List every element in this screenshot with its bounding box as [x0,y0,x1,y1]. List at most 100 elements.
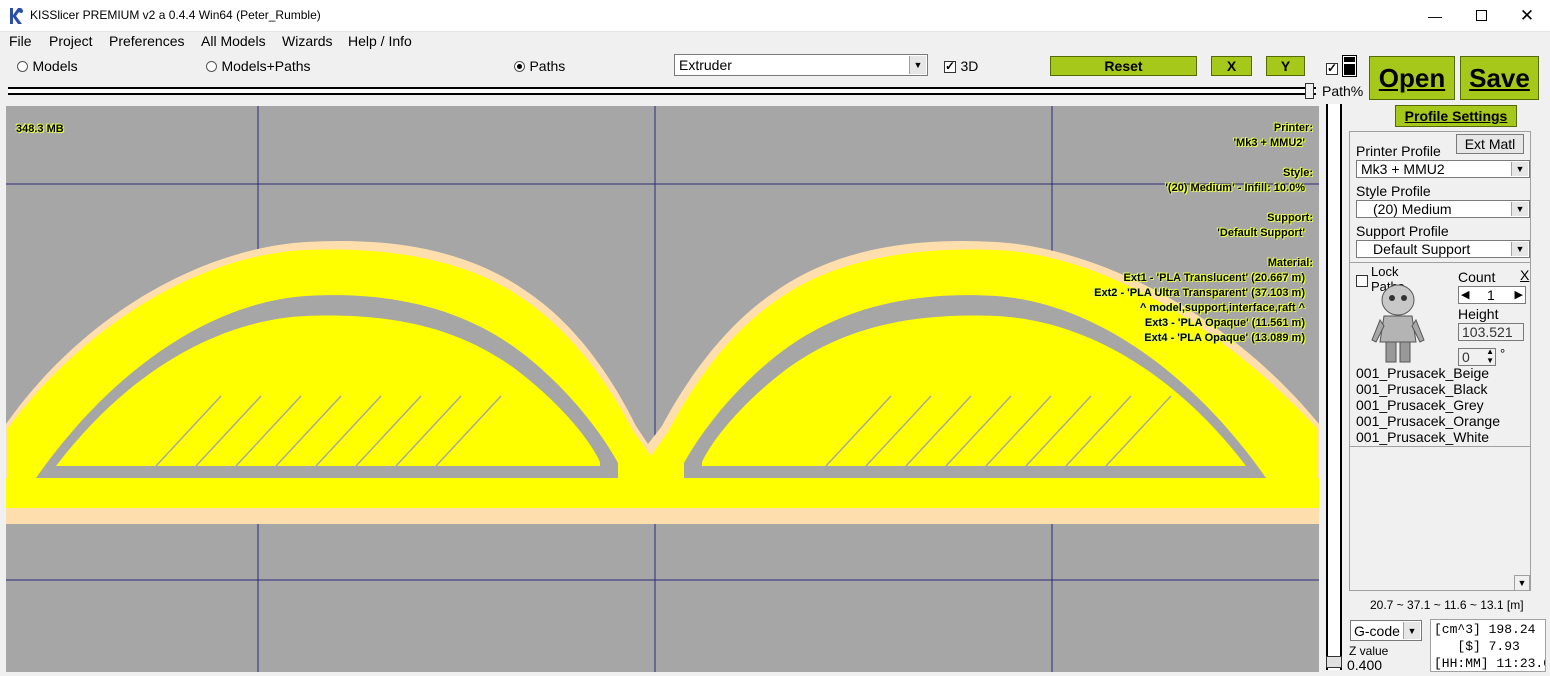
menu-file[interactable]: File [9,33,32,49]
memory-usage: 348.3 MB [16,123,64,135]
menu-preferences[interactable]: Preferences [109,33,184,49]
divider [1350,446,1530,447]
material-heading: Material: [1267,257,1313,269]
chevron-down-icon[interactable]: ▼ [1511,242,1528,256]
radio-models-paths[interactable] [206,61,217,73]
stat-volume: [cm^3] 198.24 [1434,622,1536,637]
divider [1350,262,1530,263]
rotation-stepper[interactable]: 0 ▲ ▼ [1458,347,1496,366]
stat-cost: [$] 7.93 [1434,639,1520,654]
save-button[interactable]: Save [1460,56,1539,100]
model-list-item[interactable]: 001_Prusacek_Orange [1356,413,1500,429]
open-button[interactable]: Open [1369,56,1455,100]
path-percent-slider-thumb[interactable] [1305,83,1314,99]
material-line-1: Ext1 - 'PLA Translucent' (20.667 m) [1123,272,1306,284]
path-percent-toggle[interactable] [1326,60,1338,78]
model-list-item[interactable]: 001_Prusacek_Beige [1356,365,1489,381]
menu-help-info[interactable]: Help / Info [348,33,412,49]
chevron-left-icon[interactable]: ◀ [1461,288,1469,301]
ext-matl-button[interactable]: Ext Matl [1456,134,1524,154]
printer-profile-value: Mk3 + MMU2 [1361,161,1445,177]
material-line-2: Ext2 - 'PLA Ultra Transparent' (37.103 m… [1094,287,1305,299]
path-percent-checkbox[interactable] [1326,61,1338,75]
menu-project[interactable]: Project [49,33,93,49]
view-mode-paths-label: Paths [529,58,566,74]
maximize-button[interactable] [1458,0,1504,31]
close-button[interactable]: ✕ [1504,0,1550,31]
style-value: '(20) Medium' - Infill: 10.0% [1165,182,1305,194]
menu-all-models[interactable]: All Models [201,33,266,49]
color-mode-value: Extruder [679,57,732,73]
mirror-x-button[interactable]: X [1211,56,1252,76]
mirror-y-button[interactable]: Y [1266,56,1305,76]
support-value: 'Default Support' [1217,227,1305,239]
maximize-icon [1475,10,1487,21]
support-profile-label: Support Profile [1356,223,1449,239]
material-line-4: Ext3 - 'PLA Opaque' (11.561 m) [1144,317,1305,329]
filament-summary: 20.7 ~ 37.1 ~ 11.6 ~ 13.1 [m] [1370,598,1524,612]
chevron-down-icon[interactable]: ▼ [909,56,926,74]
radio-paths[interactable] [514,61,525,73]
path-percent-label: Path% [1322,83,1364,99]
support-profile-select[interactable]: Default Support ▼ [1356,240,1530,258]
count-stepper[interactable]: ◀ 1 ▶ [1458,286,1526,304]
material-line-5: Ext4 - 'PLA Opaque' (13.089 m) [1144,332,1305,344]
three-d-label: 3D [960,58,979,74]
model-list-item[interactable]: 001_Prusacek_White [1356,429,1489,445]
toolpath-canvas [6,106,1319,672]
color-mode-select[interactable]: Extruder ▼ [674,54,928,76]
stat-time: [HH:MM] 11:23.0 [1434,656,1546,671]
estimate-stats: [cm^3] 198.24 [$] 7.93 [HH:MM] 11:23.0 [1430,619,1546,672]
z-value-label: Z value [1349,644,1389,658]
model-thumbnail-icon [1371,284,1425,363]
three-d-checkbox[interactable] [944,59,956,73]
style-profile-label: Style Profile [1356,183,1431,199]
preview-viewport[interactable]: 348.3 MB Printer: 'Mk3 + MMU2' Style: '(… [6,106,1319,672]
height-field[interactable]: 103.521 [1458,323,1524,341]
model-list-item[interactable]: 001_Prusacek_Black [1356,381,1488,397]
support-profile-value: Default Support [1373,241,1471,257]
kisslicer-logo-icon [10,8,23,24]
view-mode-models[interactable]: Models [17,58,78,76]
minimize-button[interactable]: — [1412,0,1458,31]
layer-slider-thumb[interactable] [1326,656,1342,668]
chevron-down-icon[interactable]: ▼ [1511,202,1528,216]
panel-scroll-down-icon[interactable]: ▼ [1514,575,1530,591]
model-list-item[interactable]: 001_Prusacek_Grey [1356,397,1484,413]
output-type-select[interactable]: G-code ▼ [1350,620,1422,641]
chevron-right-icon[interactable]: ▶ [1515,288,1523,301]
printer-value: 'Mk3 + MMU2' [1233,137,1305,149]
title-bar: KISSlicer PREMIUM v2 a 0.4.4 Win64 (Pete… [0,0,1550,32]
view-mode-models-paths[interactable]: Models+Paths [206,58,311,76]
count-label: Count [1458,269,1496,285]
output-type-value: G-code [1354,623,1400,639]
printer-heading: Printer: [1273,122,1313,134]
path-percent-slider[interactable] [8,87,1316,95]
chevron-down-icon[interactable]: ▼ [1511,162,1528,176]
support-heading: Support: [1267,212,1313,224]
radio-models[interactable] [17,61,28,73]
menu-wizards[interactable]: Wizards [282,33,333,49]
view-mode-paths[interactable]: Paths [514,58,565,76]
minimize-icon: — [1428,7,1442,24]
close-icon: ✕ [1519,5,1535,25]
chevron-down-icon[interactable]: ▼ [1403,622,1420,639]
settings-panel: Ext Matl Printer Profile Mk3 + MMU2 ▼ St… [1349,131,1531,591]
layer-slider[interactable] [1326,104,1342,670]
reset-button[interactable]: Reset [1050,56,1197,76]
style-profile-select[interactable]: (20) Medium ▼ [1356,200,1530,218]
remove-model-button[interactable]: X [1520,267,1529,283]
style-heading: Style: [1283,167,1313,179]
spinner-arrows-icon[interactable]: ▲ ▼ [1486,347,1494,365]
profile-settings-button[interactable]: Profile Settings [1395,105,1517,127]
degree-symbol: ° [1500,346,1506,361]
printer-profile-label: Printer Profile [1356,143,1441,159]
window-title: KISSlicer PREMIUM v2 a 0.4.4 Win64 (Pete… [30,8,321,22]
view-mode-models-paths-label: Models+Paths [221,58,311,74]
style-profile-value: (20) Medium [1373,201,1452,217]
layer-view-icon[interactable] [1342,55,1357,77]
printer-profile-select[interactable]: Mk3 + MMU2 ▼ [1356,160,1530,178]
view-mode-models-label: Models [32,58,78,74]
material-line-3: ^ model,support,interface,raft ^ [1139,302,1305,314]
three-d-toggle[interactable]: 3D [944,58,978,76]
